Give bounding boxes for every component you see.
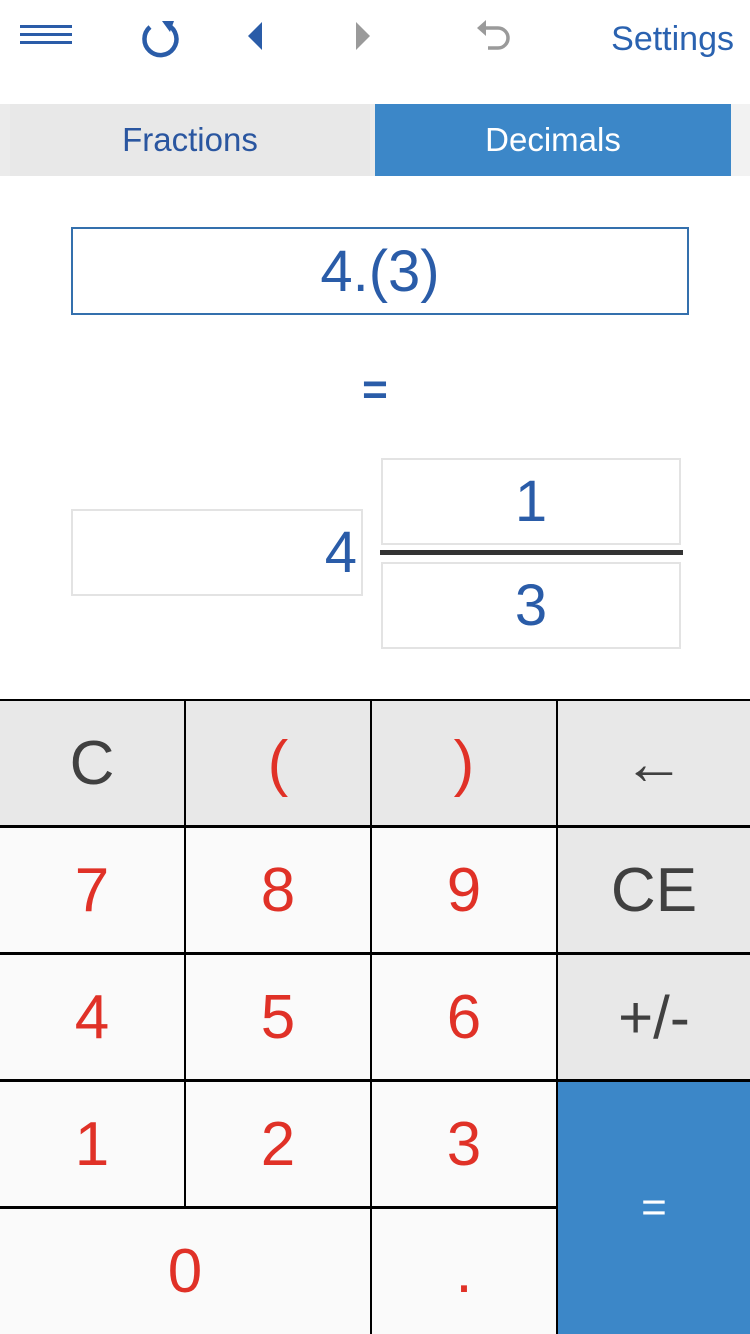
whole-number-field[interactable]: 4 (71, 509, 363, 596)
toolbar: Settings (0, 0, 750, 100)
tab-decimals[interactable]: Decimals (375, 104, 731, 176)
key-2[interactable]: 2 (186, 1082, 370, 1206)
key-5[interactable]: 5 (186, 955, 370, 1079)
key-0[interactable]: 0 (0, 1209, 370, 1334)
next-icon (356, 22, 370, 50)
previous-icon (248, 22, 262, 50)
keypad: C ( ) ← 7 8 9 CE 4 5 6 +/- 1 2 3 0 . = (0, 699, 750, 1334)
menu-icon (20, 25, 72, 44)
reload-icon (142, 21, 179, 58)
key-9[interactable]: 9 (372, 828, 556, 952)
denominator-field[interactable]: 3 (381, 562, 681, 649)
tab-bar-edge (731, 104, 750, 176)
menu-button[interactable] (14, 18, 78, 52)
reload-button[interactable] (130, 14, 190, 64)
sign-toggle-key[interactable]: +/- (558, 955, 750, 1079)
key-6[interactable]: 6 (372, 955, 556, 1079)
clear-entry-key[interactable]: CE (558, 828, 750, 952)
mode-tabs: Fractions Decimals (0, 104, 750, 176)
key-1[interactable]: 1 (0, 1082, 184, 1206)
tab-fractions[interactable]: Fractions (10, 104, 370, 176)
key-4[interactable]: 4 (0, 955, 184, 1079)
clear-key[interactable]: C (0, 701, 184, 825)
decimal-point-key[interactable]: . (372, 1209, 556, 1334)
equals-key[interactable]: = (558, 1082, 750, 1334)
close-paren-key[interactable]: ) (372, 701, 556, 825)
key-7[interactable]: 7 (0, 828, 184, 952)
key-8[interactable]: 8 (186, 828, 370, 952)
next-button[interactable] (342, 16, 382, 56)
undo-icon (477, 20, 510, 50)
key-3[interactable]: 3 (372, 1082, 556, 1206)
decimal-input[interactable]: 4.(3) (71, 227, 689, 315)
undo-button[interactable] (468, 16, 520, 60)
backspace-key[interactable]: ← (558, 701, 750, 825)
previous-button[interactable] (236, 16, 276, 56)
open-paren-key[interactable]: ( (186, 701, 370, 825)
numerator-field[interactable]: 1 (381, 458, 681, 545)
settings-button[interactable]: Settings (611, 20, 734, 59)
equals-label: = (362, 365, 388, 414)
fraction-bar (380, 550, 683, 555)
